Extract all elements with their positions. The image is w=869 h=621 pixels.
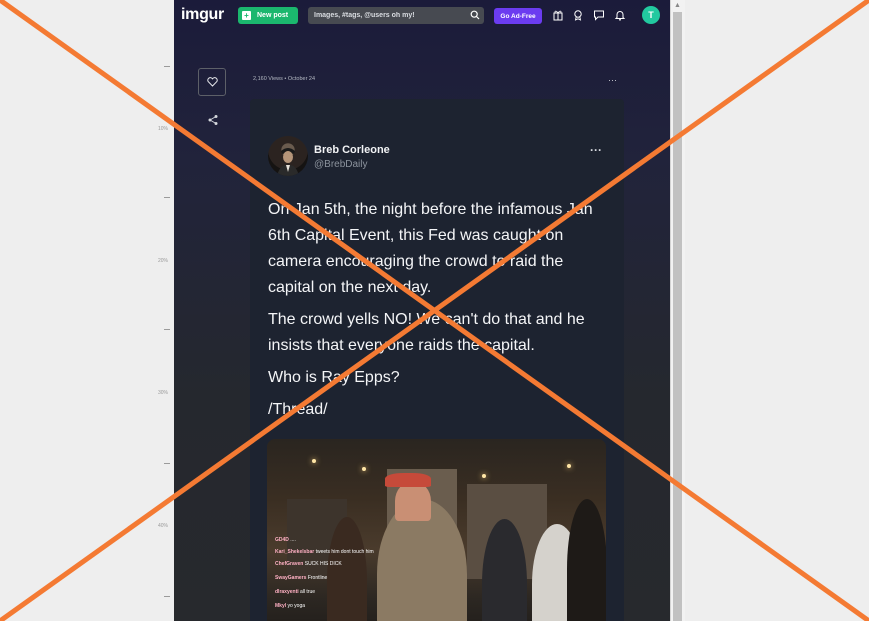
red-cap: [385, 473, 431, 487]
go-ad-free-button[interactable]: Go Ad-Free: [494, 8, 542, 24]
ruler-tick: [164, 596, 170, 597]
tweet-more-icon: ···: [590, 143, 602, 157]
gift-icon[interactable]: [552, 9, 564, 21]
tweet-paragraph: On Jan 5th, the night before the infamou…: [268, 201, 593, 296]
plus-icon: +: [242, 11, 251, 20]
ruler-label: 30%: [158, 390, 169, 396]
share-icon[interactable]: [207, 114, 219, 126]
scroll-up-arrow-icon[interactable]: ▲: [674, 2, 681, 9]
ruler-tick: [164, 66, 170, 67]
post-more-button[interactable]: ···: [608, 75, 617, 85]
imgur-page: imgur + New post Go Ad-Free: [174, 0, 670, 621]
crowd-person: [567, 499, 606, 621]
ruler-tick: [164, 197, 170, 198]
live-chat-line: Mkyl yo yoga: [275, 603, 306, 609]
page-ruler: 10% 20% 30% 40%: [0, 0, 174, 621]
post-image: Breb Corleone @BrebDaily ··· On Jan 5th,…: [250, 99, 624, 621]
bell-icon[interactable]: [614, 9, 626, 21]
tweet-text: On Jan 5th, the night before the infamou…: [268, 197, 613, 429]
live-chat-line: ChefGraven SUCK HIS DICK: [275, 561, 342, 567]
search-input[interactable]: [314, 12, 464, 19]
street-light: [312, 459, 316, 463]
user-avatar[interactable]: T: [642, 6, 660, 24]
street-light: [362, 467, 366, 471]
ruler-label: 40%: [158, 523, 169, 529]
favorite-button[interactable]: [198, 68, 226, 96]
avatar-figure: [277, 148, 299, 176]
top-nav: imgur + New post Go Ad-Free: [174, 0, 670, 34]
street-light: [567, 464, 571, 468]
crowd-person: [327, 517, 367, 621]
tweet-paragraph: /Thread/: [268, 401, 328, 418]
heart-icon: [206, 77, 218, 87]
person-face: [395, 481, 431, 521]
search-icon[interactable]: [470, 10, 480, 20]
scrollbar-thumb[interactable]: [673, 12, 682, 621]
ruler-label: 10%: [158, 126, 169, 132]
live-chat-line: SwayGamers Frontline: [275, 575, 328, 581]
street-light: [482, 474, 486, 478]
vertical-scrollbar[interactable]: ▲: [670, 0, 685, 621]
tweet-video-thumbnail[interactable]: GD4D .... Kari_Shekelsbar tweets him don…: [267, 439, 606, 621]
ruler-tick: [164, 463, 170, 464]
tweet-avatar: [268, 136, 308, 176]
tweet-paragraph: The crowd yells NO! We can't do that and…: [268, 311, 585, 354]
chat-icon[interactable]: [593, 9, 605, 21]
new-post-button[interactable]: + New post: [238, 7, 298, 24]
search-box: [308, 7, 484, 24]
post-meta: 2,160 Views • October 24: [253, 76, 316, 82]
live-chat-line: Kari_Shekelsbar tweets him dont touch hi…: [275, 549, 374, 555]
trophy-icon[interactable]: [572, 9, 584, 21]
tweet-author-handle[interactable]: @BrebDaily: [314, 159, 368, 170]
tweet-author-name[interactable]: Breb Corleone: [314, 144, 390, 156]
ruler-tick: [164, 329, 170, 330]
live-chat-line: dlraxyenti all true: [275, 589, 316, 595]
tweet-paragraph: Who is Ray Epps?: [268, 369, 400, 386]
imgur-logo[interactable]: imgur: [181, 6, 224, 24]
ruler-label: 20%: [158, 258, 169, 264]
live-chat-line: GD4D ....: [275, 537, 296, 543]
new-post-label: New post: [257, 12, 289, 19]
